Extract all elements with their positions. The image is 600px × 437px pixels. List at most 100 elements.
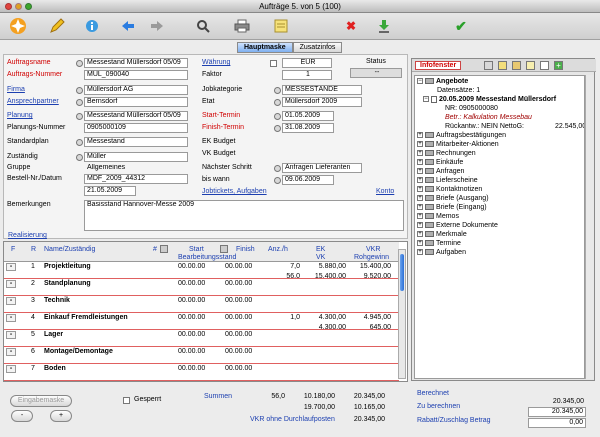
tree-item[interactable]: Datensätze: 1 (437, 86, 480, 95)
row-collapse-button[interactable]: - (6, 297, 16, 305)
tree-folder-item[interactable]: + Aufgaben (417, 248, 466, 257)
collapse-icon[interactable]: − (423, 96, 429, 103)
minus-button[interactable]: - (11, 410, 33, 422)
waehrung-checkbox[interactable] (270, 60, 277, 67)
printer-icon[interactable] (232, 16, 252, 36)
tree-item[interactable]: − 20.05.2009 Messestand Müllersdorf (423, 95, 556, 104)
notes-icon[interactable] (271, 16, 291, 36)
tab-zusatzinfos[interactable]: Zusatzinfos (292, 42, 343, 53)
table-row[interactable]: - 2 Standplanung 00.00.00 00.00.00 (4, 279, 399, 289)
new-doc-icon[interactable] (540, 61, 549, 70)
jobtickets-link[interactable]: Jobtickets, Aufgaben (202, 188, 267, 195)
tree-folder-item[interactable]: + Merkmale (417, 230, 467, 239)
tab-hauptmaske[interactable]: Hauptmaske (237, 42, 293, 53)
download-icon[interactable] (374, 16, 394, 36)
expand-icon[interactable]: + (417, 240, 423, 247)
ansprechpartner-link[interactable]: Ansprechpartner (7, 98, 59, 105)
zuberechnen-field[interactable]: 20.345,00 (528, 407, 586, 417)
standardplan-field[interactable]: Messestand (84, 137, 188, 147)
finishtermin-field[interactable]: 31.08.2009 (282, 123, 334, 133)
expand-icon[interactable]: + (417, 141, 423, 148)
jobkategorie-field[interactable]: MESSESTÄNDE (282, 85, 362, 95)
auftragsname-picker-icon[interactable] (76, 60, 83, 67)
bestellnr-field[interactable]: MDF_2009_44312 (84, 174, 188, 184)
row-collapse-button[interactable]: - (6, 263, 16, 271)
expand-icon[interactable]: + (417, 213, 423, 220)
faktor-field[interactable]: 1 (282, 70, 332, 80)
expand-icon[interactable]: + (417, 204, 423, 211)
tree-folder-item[interactable]: + Auftragsbestätigungen (417, 131, 506, 140)
tree-folder-item[interactable]: + Mitarbeiter-Aktionen (417, 140, 499, 149)
tree-item[interactable]: Betr.: Kalkulation Messebau (445, 113, 532, 122)
tree-folder-item[interactable]: + Termine (417, 239, 461, 248)
rabatt-field[interactable]: 0,00 (528, 418, 586, 428)
table-row[interactable]: - 5 Lager 00.00.00 00.00.00 (4, 330, 399, 340)
planung-field[interactable]: Messestand Müllersdorf 05/09 (84, 111, 188, 121)
star-icon[interactable] (526, 61, 535, 70)
etat-picker-icon[interactable] (274, 99, 281, 106)
finishtermin-picker-icon[interactable] (274, 125, 281, 132)
expand-icon[interactable]: + (417, 186, 423, 193)
expand-icon[interactable]: + (417, 150, 423, 157)
bemerkungen-field[interactable]: Basisstand Hannover-Messe 2009 (84, 200, 404, 231)
konto-link[interactable]: Konto (376, 188, 394, 195)
close-window-button[interactable] (5, 3, 12, 10)
waehrung-field[interactable]: EUR (282, 58, 332, 68)
tree-folder-item[interactable]: + Einkäufe (417, 158, 463, 167)
tree-folder-item[interactable]: + Memos (417, 212, 459, 221)
tree-folder-item[interactable]: + Lieferscheine (417, 176, 478, 185)
info-icon[interactable] (82, 16, 102, 36)
table-row[interactable]: - 3 Technik 00.00.00 00.00.00 (4, 296, 399, 306)
biswann-field[interactable]: 09.06.2009 (282, 175, 334, 185)
expand-icon[interactable]: + (417, 249, 423, 256)
zustaendig-picker-icon[interactable] (76, 154, 83, 161)
ansprechpartner-picker-icon[interactable] (76, 99, 83, 106)
zoom-window-button[interactable] (25, 3, 32, 10)
row-collapse-button[interactable]: - (6, 314, 16, 322)
naechsterschritt-field[interactable]: Anfragen Lieferanten (282, 163, 362, 173)
info-scrollbar[interactable] (585, 75, 594, 379)
search-icon[interactable] (193, 16, 213, 36)
expand-icon[interactable]: + (417, 132, 423, 139)
starttermin-picker-icon[interactable] (274, 113, 281, 120)
table-row[interactable]: - 6 Montage/Demontage 00.00.00 00.00.00 (4, 347, 399, 357)
table-row[interactable]: - 7 Boden 00.00.00 00.00.00 (4, 364, 399, 374)
note-icon[interactable] (498, 61, 507, 70)
row-collapse-button[interactable]: - (6, 365, 16, 373)
expand-icon[interactable]: + (417, 177, 423, 184)
planungsnummer-field[interactable]: 0905000109 (84, 123, 188, 133)
row-collapse-button[interactable]: - (6, 331, 16, 339)
grid-scrollbar-thumb[interactable] (400, 254, 404, 291)
firma-link[interactable]: Firma (7, 86, 25, 93)
tree-item[interactable]: NR: 0905000080 (445, 104, 498, 113)
firma-picker-icon[interactable] (76, 87, 83, 94)
pencil-icon[interactable] (47, 16, 67, 36)
table-row[interactable]: - 4 Einkauf Fremdleistungen 00.00.00 00.00.0… (4, 313, 399, 323)
tree-folder-item[interactable]: + Anfragen (417, 167, 464, 176)
bestelldatum-field[interactable]: 21.05.2009 (84, 186, 136, 196)
infofenster-button[interactable]: Infofenster (415, 61, 462, 70)
etat-field[interactable]: Müllersdorf 2009 (282, 97, 362, 107)
jobkategorie-picker-icon[interactable] (274, 87, 281, 94)
expand-icon[interactable]: + (417, 231, 423, 238)
tree-folder-item[interactable]: + Briefe (Ausgang) (417, 194, 489, 203)
expand-icon[interactable]: + (417, 195, 423, 202)
tree-folder-item[interactable]: + Briefe (Eingang) (417, 203, 487, 212)
add-icon[interactable]: + (554, 61, 563, 70)
checkmark-icon[interactable]: ✔ (451, 16, 471, 36)
tree-folder-item[interactable]: + Rechnungen (417, 149, 476, 158)
row-collapse-button[interactable]: - (6, 348, 16, 356)
firma-field[interactable]: Müllersdorf AG (84, 85, 188, 95)
waehrung-link[interactable]: Währung (202, 59, 230, 66)
tree-folder-item[interactable]: + Externe Dokumente (417, 221, 498, 230)
naechsterschritt-picker-icon[interactable] (274, 165, 281, 172)
calendar-icon[interactable] (160, 245, 168, 253)
zustaendig-field[interactable]: Müller (84, 152, 188, 162)
plus-button[interactable]: + (50, 410, 72, 422)
eingabemaske-button[interactable]: Eingabemaske (10, 395, 72, 407)
auftragsnummer-field[interactable]: MÜL_090040 (84, 70, 188, 80)
auftragsname-field[interactable]: Messestand Müllersdorf 05/09 (84, 58, 188, 68)
ansprechpartner-field[interactable]: Bernsdorf (84, 97, 188, 107)
folder-icon[interactable] (484, 61, 493, 70)
standardplan-picker-icon[interactable] (76, 139, 83, 146)
